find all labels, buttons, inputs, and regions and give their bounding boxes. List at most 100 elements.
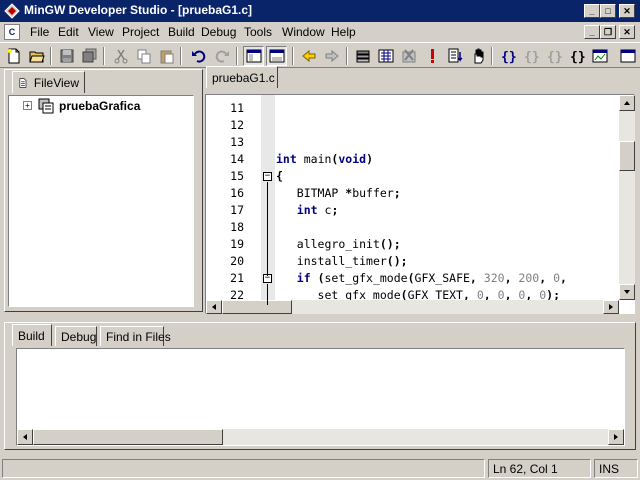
- stop-build-button[interactable]: [398, 46, 419, 66]
- execute-button[interactable]: [421, 46, 442, 66]
- toolbar-separator: [491, 47, 493, 65]
- compile-button[interactable]: [352, 46, 373, 66]
- debug-run-to-cursor-button[interactable]: {}: [566, 46, 587, 66]
- save-button[interactable]: [56, 46, 77, 66]
- step-into-button[interactable]: [444, 46, 465, 66]
- file-tree[interactable]: + pruebaGrafica: [8, 95, 194, 307]
- menu-tools[interactable]: Tools: [244, 25, 272, 39]
- menu-project[interactable]: Project: [122, 25, 159, 39]
- code-line[interactable]: install_timer();: [276, 254, 408, 268]
- bracket-icon: {}: [524, 50, 539, 64]
- window-icon: [592, 49, 607, 63]
- redo-icon: [215, 50, 229, 63]
- mdi-restore-button[interactable]: ❐: [600, 25, 616, 39]
- tree-expander[interactable]: +: [23, 101, 32, 110]
- menu-build[interactable]: Build: [168, 25, 195, 39]
- undo-button[interactable]: [188, 46, 209, 66]
- code-line[interactable]: int c;: [276, 203, 339, 217]
- tab-build[interactable]: Build: [12, 324, 52, 346]
- tab-debug[interactable]: Debug: [55, 326, 97, 346]
- scroll-up-button[interactable]: [619, 95, 635, 111]
- menu-bar: C File Edit View Project Build Debug Too…: [0, 22, 640, 42]
- code-line[interactable]: if (set_gfx_mode(GFX_SAFE, 320, 200, 0,: [276, 271, 567, 285]
- menu-edit[interactable]: Edit: [58, 25, 79, 39]
- toolbar-separator: [346, 47, 348, 65]
- title-bar[interactable]: MinGW Developer Studio - [pruebaG1.c] _ …: [0, 0, 640, 22]
- horizontal-scroll-thumb[interactable]: [222, 300, 292, 314]
- code-line[interactable]: BITMAP *buffer;: [276, 186, 401, 200]
- tab-fileview[interactable]: FileView: [12, 71, 85, 93]
- new-file-button[interactable]: [3, 46, 24, 66]
- output-window[interactable]: [16, 348, 625, 446]
- scroll-right-button[interactable]: [603, 300, 619, 314]
- paste-icon: [160, 50, 173, 64]
- debug-step-over-button[interactable]: {}: [520, 46, 541, 66]
- arrow-right-icon: [609, 304, 613, 310]
- hand-button[interactable]: [467, 46, 488, 66]
- workspace-toggle-button[interactable]: [243, 46, 264, 66]
- save-all-button[interactable]: [79, 46, 100, 66]
- menu-view[interactable]: View: [88, 25, 114, 39]
- svg-text:{}: {}: [570, 50, 585, 64]
- cut-button[interactable]: [110, 46, 131, 66]
- paste-button[interactable]: [156, 46, 177, 66]
- watch-window-button[interactable]: [589, 46, 610, 66]
- line-number: 15: [230, 169, 244, 183]
- debug-go-button[interactable]: {}: [497, 46, 518, 66]
- tab-editor-file-label: pruebaG1.c: [212, 70, 275, 85]
- code-editor[interactable]: 11 12 13 14 15 16 17 18 19 20 21 22 int main(void) {…: [205, 94, 635, 314]
- menu-debug[interactable]: Debug: [201, 25, 236, 39]
- scroll-left-button[interactable]: [206, 300, 222, 314]
- build-button[interactable]: [375, 46, 396, 66]
- close-button[interactable]: ✕: [619, 4, 635, 18]
- fold-margin: [261, 95, 275, 300]
- debug-step-out-button[interactable]: {}: [543, 46, 564, 66]
- toolbar-separator: [50, 47, 52, 65]
- forward-button[interactable]: [321, 46, 342, 66]
- output-toggle-button[interactable]: [266, 46, 287, 66]
- mdi-minimize-button[interactable]: _: [584, 25, 600, 39]
- editor-vertical-scrollbar[interactable]: [619, 95, 635, 300]
- variables-window-button[interactable]: [617, 46, 638, 66]
- document-icon[interactable]: C: [4, 24, 20, 40]
- tree-item-project[interactable]: pruebaGrafica: [59, 99, 140, 113]
- arrow-left-icon: [212, 304, 216, 310]
- code-line[interactable]: int main(void): [276, 152, 373, 166]
- toolbar-separator: [292, 47, 294, 65]
- code-area[interactable]: int main(void) { BITMAP *buffer; int c; a…: [276, 95, 618, 300]
- output-scroll-left-button[interactable]: [17, 429, 33, 445]
- stop-build-icon: [402, 49, 415, 63]
- build-icon: [378, 49, 393, 63]
- copy-button[interactable]: [133, 46, 154, 66]
- fold-guide: [267, 284, 268, 305]
- output-scroll-thumb[interactable]: [33, 429, 223, 445]
- fold-toggle[interactable]: −: [263, 172, 272, 181]
- menu-window[interactable]: Window: [282, 25, 325, 39]
- bracket-icon: {}: [547, 50, 562, 64]
- open-folder-icon: [28, 51, 45, 63]
- toolbar-separator: [236, 47, 238, 65]
- back-button[interactable]: [298, 46, 319, 66]
- output-scroll-right-button[interactable]: [608, 429, 624, 445]
- line-number: 17: [230, 203, 244, 217]
- cut-icon: [114, 49, 127, 64]
- scroll-thumb[interactable]: [619, 141, 635, 171]
- code-line[interactable]: {: [276, 169, 283, 183]
- tab-editor-file[interactable]: pruebaG1.c: [206, 66, 278, 88]
- code-line[interactable]: set_gfx_mode(GFX_TEXT, 0, 0, 0, 0);: [276, 288, 560, 300]
- scroll-down-button[interactable]: [619, 284, 635, 300]
- redo-button[interactable]: [211, 46, 232, 66]
- output-pane-icon: [269, 49, 284, 63]
- maximize-button[interactable]: □: [600, 4, 616, 18]
- minimize-button[interactable]: _: [584, 4, 600, 18]
- code-line[interactable]: allegro_init();: [276, 237, 401, 251]
- line-number-gutter: 11 12 13 14 15 16 17 18 19 20 21 22: [206, 95, 261, 302]
- tab-find-in-files[interactable]: Find in Files: [100, 326, 171, 346]
- svg-text:{}: {}: [524, 50, 539, 64]
- hand-icon: [474, 48, 483, 64]
- mdi-close-button[interactable]: ✕: [619, 25, 635, 39]
- open-button[interactable]: [26, 46, 47, 66]
- menu-help[interactable]: Help: [331, 25, 356, 39]
- fold-guide: [267, 182, 268, 276]
- menu-file[interactable]: File: [30, 25, 49, 39]
